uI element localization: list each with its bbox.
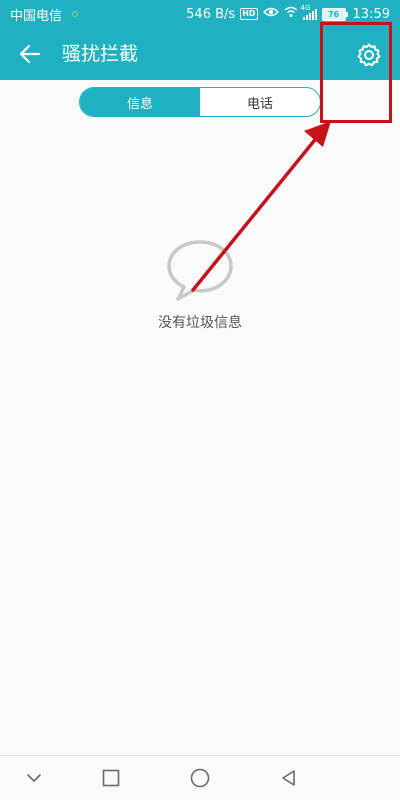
battery-level: 76 bbox=[321, 7, 346, 21]
tab-calls[interactable]: 电话 bbox=[200, 88, 320, 116]
eye-icon bbox=[262, 6, 279, 22]
signal-icon: 4G bbox=[301, 4, 317, 20]
hd-badge: HD bbox=[240, 8, 258, 20]
triangle-back-icon bbox=[282, 770, 295, 786]
page-title: 骚扰拦截 bbox=[62, 43, 139, 65]
status-right: 546 B/s HD 4G 76 13:59 bbox=[186, 4, 390, 22]
nav-recents-button[interactable] bbox=[99, 766, 123, 790]
signal-tag: 4G bbox=[300, 3, 311, 12]
chevron-down-icon bbox=[27, 774, 41, 782]
nav-hide-button[interactable] bbox=[22, 766, 46, 790]
annotation-highlight-box bbox=[320, 22, 392, 123]
screen: 中国电信 546 B/s HD 4G 76 13:59 骚扰拦截 信息 电话 没… bbox=[0, 0, 400, 800]
status-left: 中国电信 bbox=[10, 5, 79, 24]
nav-home-button[interactable] bbox=[188, 766, 212, 790]
back-arrow-icon bbox=[19, 44, 41, 64]
wifi-icon bbox=[284, 6, 298, 22]
clock: 13:59 bbox=[352, 6, 390, 22]
battery-icon: 76 bbox=[321, 7, 348, 21]
nav-back-button[interactable] bbox=[277, 766, 301, 790]
network-speed: 546 B/s bbox=[186, 6, 236, 22]
empty-message: 没有垃圾信息 bbox=[158, 315, 242, 331]
navigation-bar bbox=[0, 755, 400, 800]
tab-messages[interactable]: 信息 bbox=[80, 88, 200, 116]
carrier-label: 中国电信 bbox=[10, 8, 63, 24]
square-icon bbox=[102, 769, 120, 787]
back-button[interactable] bbox=[16, 40, 44, 68]
chat-bubble-icon bbox=[167, 240, 233, 301]
notification-dot-icon bbox=[72, 11, 79, 17]
tab-group: 信息 电话 bbox=[79, 87, 321, 117]
circle-icon bbox=[190, 768, 210, 788]
